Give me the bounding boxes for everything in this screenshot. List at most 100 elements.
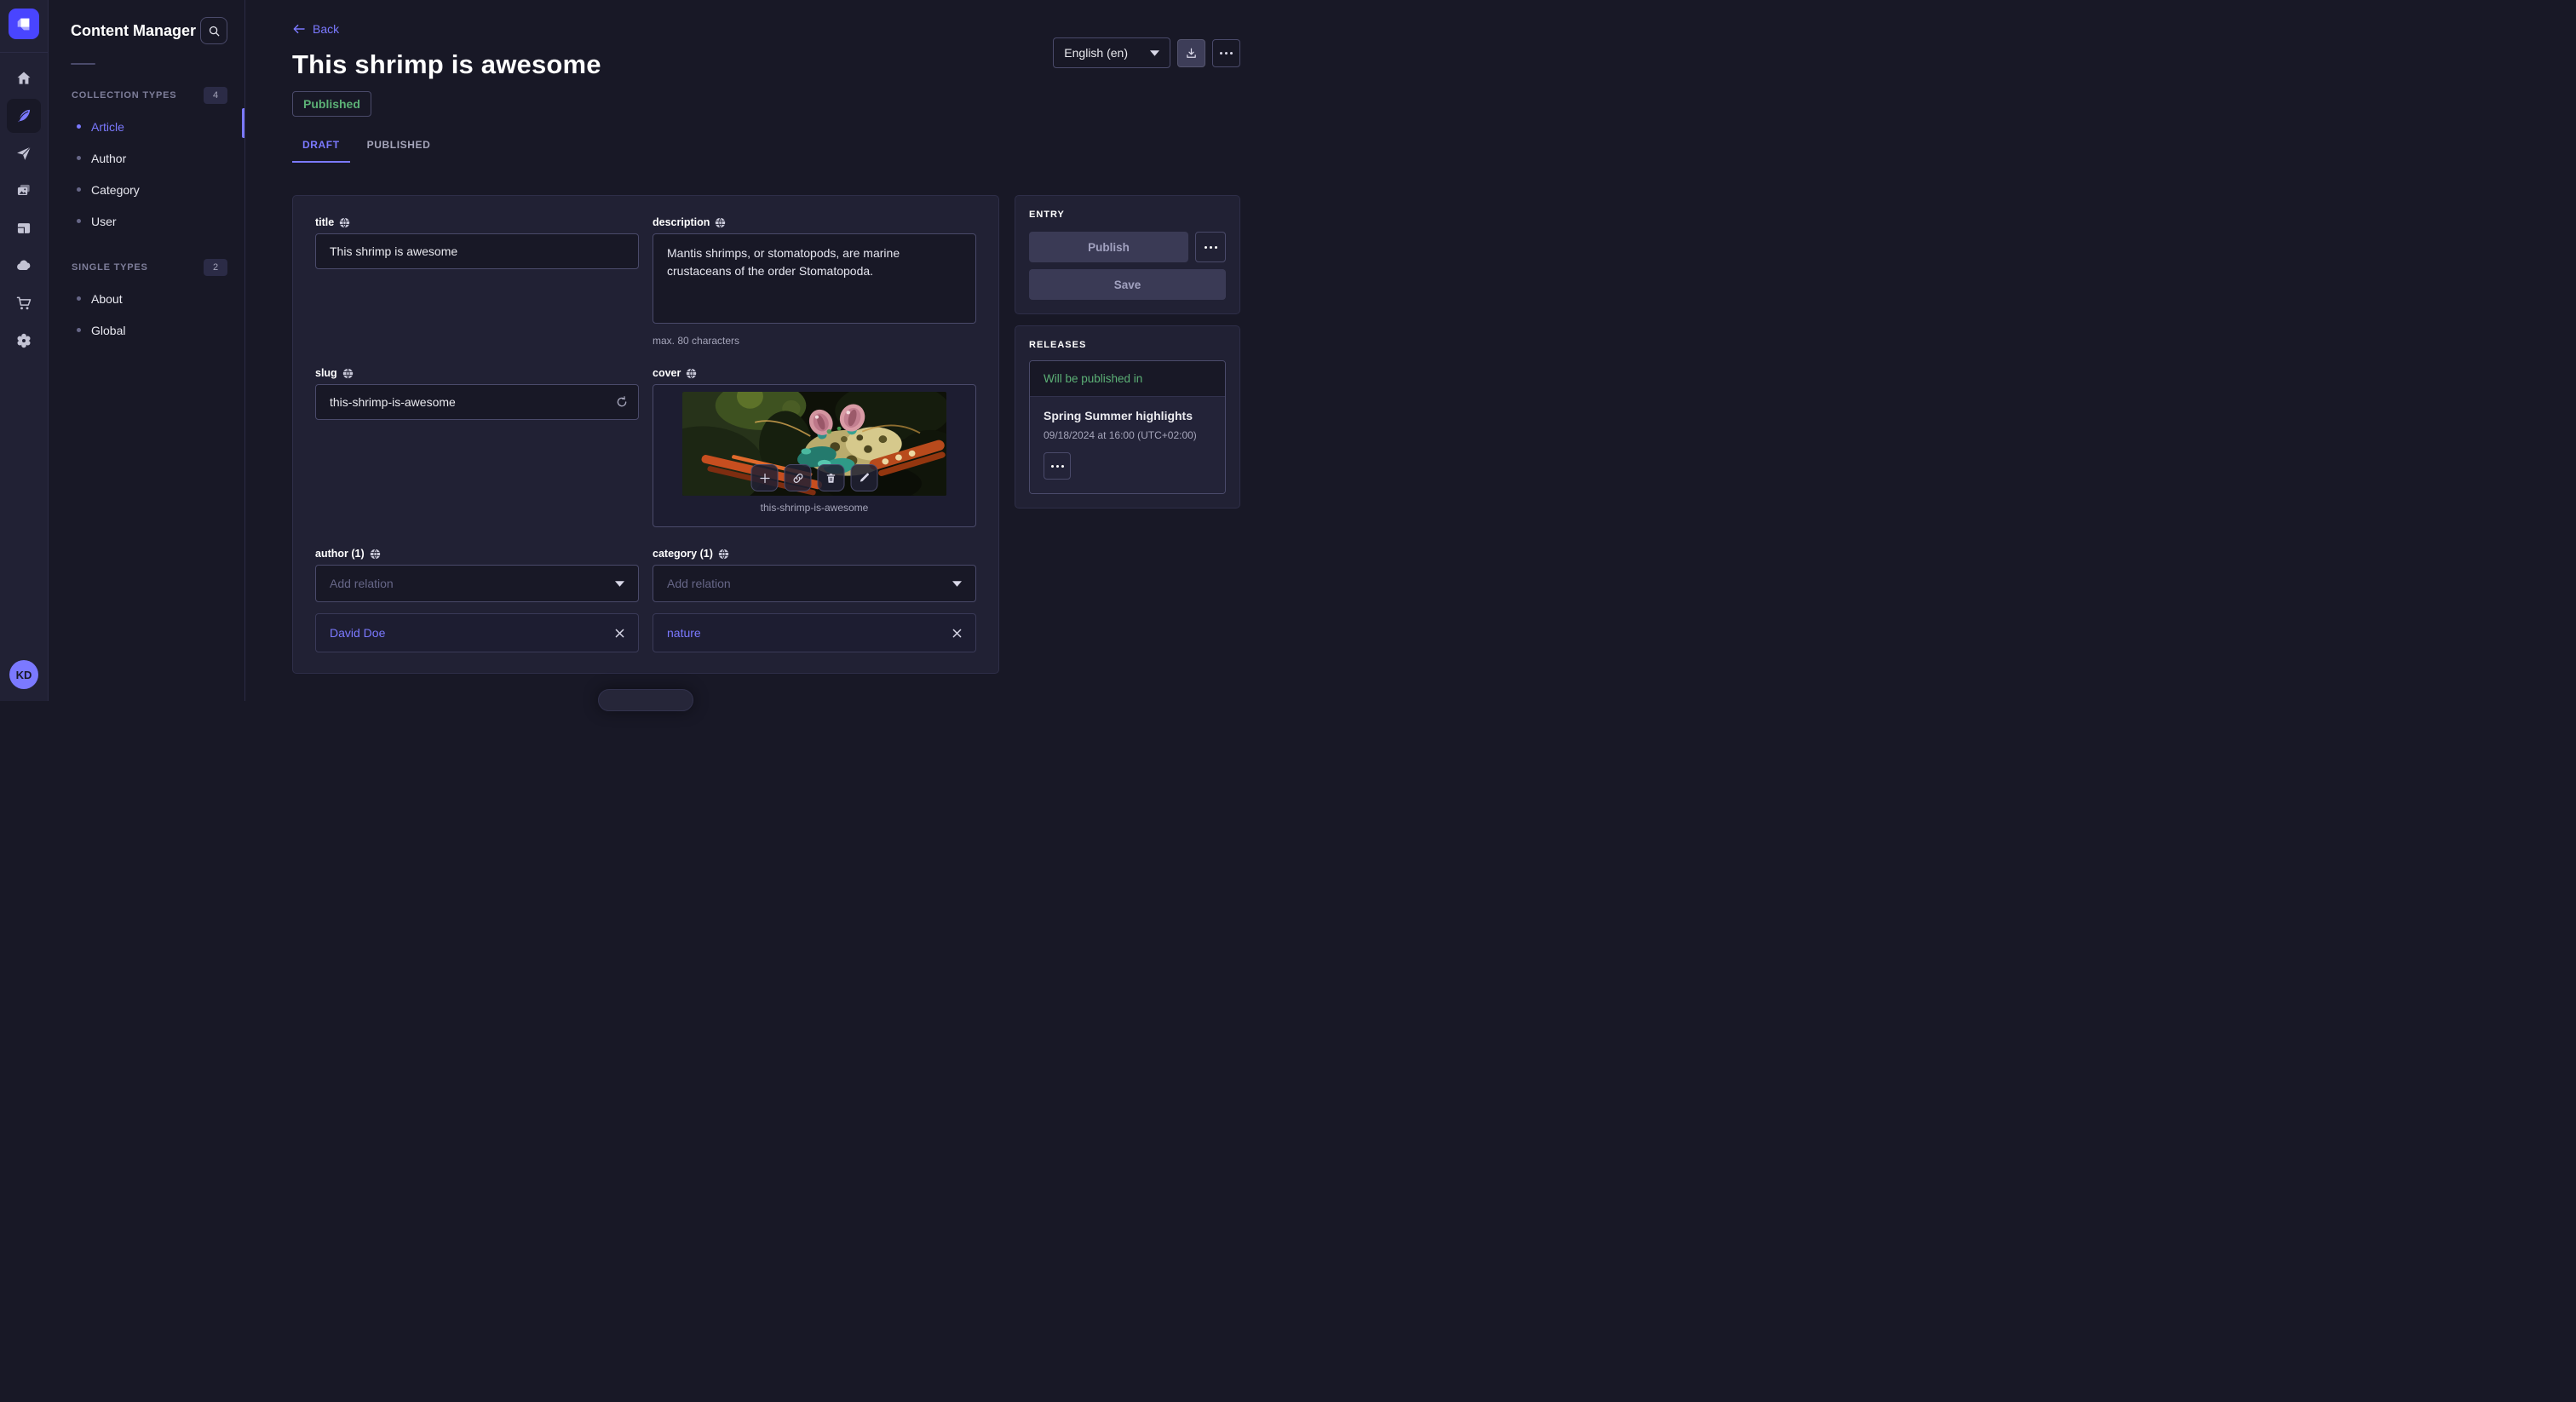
bullet-icon <box>77 156 81 160</box>
arrow-left-icon <box>292 23 306 35</box>
tab-draft[interactable]: DRAFT <box>292 134 350 163</box>
collection-types-header: COLLECTION TYPES 4 <box>49 87 244 104</box>
bullet-icon <box>77 219 81 223</box>
globe-icon <box>370 549 381 560</box>
pencil-icon <box>859 472 871 484</box>
chevron-down-icon <box>615 581 624 587</box>
search-icon <box>208 25 221 37</box>
sidebar-item-category[interactable]: Category <box>49 174 244 205</box>
active-item-indicator <box>242 108 244 138</box>
remove-author-relation-button[interactable] <box>615 629 624 638</box>
search-button[interactable] <box>200 17 227 44</box>
slug-field-label: slug <box>315 367 337 379</box>
slug-input[interactable] <box>315 384 639 420</box>
sidebar-item-article[interactable]: Article <box>49 111 244 142</box>
title-field-label: title <box>315 216 334 228</box>
title-input[interactable] <box>315 233 639 269</box>
cover-actions <box>751 464 878 491</box>
category-select-placeholder: Add relation <box>667 577 731 590</box>
field-slug: slug <box>315 367 639 527</box>
content-type-builder-icon <box>15 220 32 237</box>
bullet-icon <box>77 187 81 192</box>
sidebar-item-label: Author <box>91 152 126 165</box>
cover-add-button[interactable] <box>751 464 779 491</box>
cloud-icon <box>15 257 32 274</box>
cover-edit-button[interactable] <box>851 464 878 491</box>
field-category: category (1) Add relation nature <box>653 548 976 652</box>
author-relation-select[interactable]: Add relation <box>315 565 639 602</box>
strapi-logo-icon <box>14 14 33 33</box>
sidebar-item-label: Article <box>91 120 124 134</box>
single-types-header: SINGLE TYPES 2 <box>49 259 244 276</box>
releases-panel: RELEASES Will be published in Spring Sum… <box>1015 325 1240 509</box>
category-relation-item: nature <box>653 613 976 652</box>
chevron-down-icon <box>1150 50 1159 56</box>
category-field-label: category (1) <box>653 548 713 560</box>
cart-icon <box>15 295 32 312</box>
header-more-button[interactable] <box>1212 39 1240 67</box>
globe-icon <box>686 368 697 379</box>
nav-media-library[interactable] <box>7 174 41 208</box>
description-textarea[interactable]: Mantis shrimps, or stomatopods, are mari… <box>653 233 976 324</box>
main-nav-rail: KD <box>0 0 49 701</box>
sidebar-item-global[interactable]: Global <box>49 314 244 346</box>
nav-content-manager[interactable] <box>7 99 41 133</box>
strapi-logo[interactable] <box>9 9 39 39</box>
bottom-floating-pill[interactable] <box>598 689 693 711</box>
collection-types-label: COLLECTION TYPES <box>72 90 176 101</box>
sidebar-item-author[interactable]: Author <box>49 142 244 174</box>
close-icon <box>615 629 624 638</box>
cover-copy-link-button[interactable] <box>785 464 812 491</box>
collection-types-count-badge: 4 <box>204 87 227 104</box>
user-avatar[interactable]: KD <box>9 660 38 689</box>
release-status: Will be published in <box>1030 361 1225 397</box>
category-relation-link[interactable]: nature <box>667 626 701 640</box>
paper-plane-icon <box>15 145 32 162</box>
version-tabs: DRAFT PUBLISHED <box>292 134 1240 163</box>
globe-icon <box>715 217 726 228</box>
nav-cloud[interactable] <box>7 249 41 283</box>
nav-marketplace[interactable] <box>7 286 41 320</box>
sidebar-item-label: Global <box>91 324 125 337</box>
sidebar-item-about[interactable]: About <box>49 283 244 314</box>
regenerate-slug-button[interactable] <box>615 395 629 409</box>
release-card: Will be published in Spring Summer highl… <box>1029 360 1226 494</box>
content-manager-sidebar: Content Manager COLLECTION TYPES 4 Artic… <box>49 0 245 701</box>
author-relation-item: David Doe <box>315 613 639 652</box>
release-more-button[interactable] <box>1044 452 1071 480</box>
globe-icon <box>342 368 354 379</box>
remove-category-relation-button[interactable] <box>952 629 962 638</box>
more-dots-icon <box>1051 465 1064 468</box>
entry-more-button[interactable] <box>1195 232 1226 262</box>
nav-home[interactable] <box>7 61 41 95</box>
sidebar-divider <box>71 63 95 65</box>
sidebar-item-user[interactable]: User <box>49 205 244 237</box>
author-select-placeholder: Add relation <box>330 577 394 590</box>
export-button[interactable] <box>1177 39 1205 67</box>
tab-published[interactable]: PUBLISHED <box>357 134 441 163</box>
sidebar-item-label: About <box>91 292 123 306</box>
publish-button[interactable]: Publish <box>1029 232 1188 262</box>
description-hint: max. 80 characters <box>653 335 976 347</box>
save-button[interactable]: Save <box>1029 269 1226 300</box>
cover-delete-button[interactable] <box>818 464 845 491</box>
trash-icon <box>825 472 837 485</box>
single-types-count-badge: 2 <box>204 259 227 276</box>
field-description: description Mantis shrimps, or stomatopo… <box>653 216 976 347</box>
sidebar-title: Content Manager <box>71 22 196 40</box>
nav-deploy[interactable] <box>7 136 41 170</box>
locale-select[interactable]: English (en) <box>1053 37 1170 68</box>
author-relation-link[interactable]: David Doe <box>330 626 385 640</box>
entry-form-card: title description Mantis shri <box>292 195 999 674</box>
side-panels: ENTRY Publish Save RELEASES Will be publ… <box>1015 195 1240 509</box>
nav-settings[interactable] <box>7 324 41 358</box>
chevron-down-icon <box>952 581 962 587</box>
cover-field-label: cover <box>653 367 681 379</box>
category-relation-select[interactable]: Add relation <box>653 565 976 602</box>
nav-content-type-builder[interactable] <box>7 211 41 245</box>
download-icon <box>1185 47 1198 60</box>
close-icon <box>952 629 962 638</box>
home-icon <box>15 70 32 87</box>
back-link[interactable]: Back <box>292 22 339 36</box>
refresh-icon <box>615 395 629 409</box>
